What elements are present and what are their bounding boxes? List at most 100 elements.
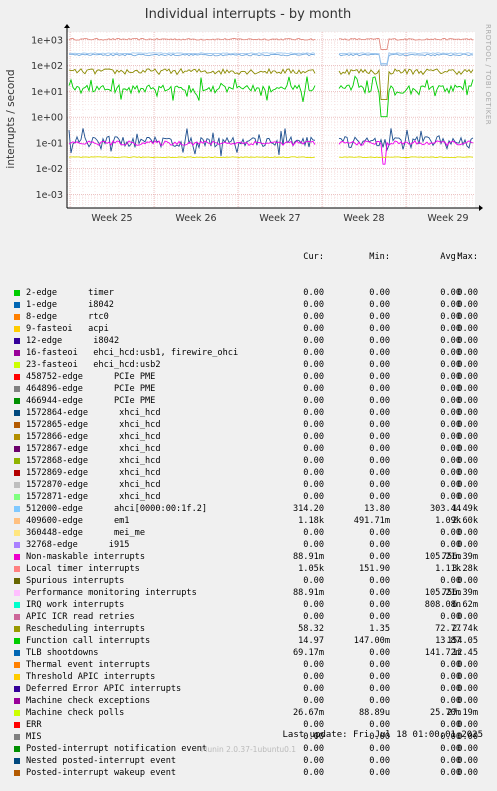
legend-max-value: 0.00 — [457, 336, 478, 346]
legend-label: Nested posted-interrupt event — [26, 756, 177, 766]
legend-row: 1572869-edge xhci_hcd 0.00 0.00 0.00 0.00 — [14, 467, 486, 479]
legend-min-value: 0.00 — [369, 396, 390, 406]
legend-label: 32768-edge i915 — [26, 540, 130, 550]
legend-min-value: 491.71m — [353, 516, 390, 526]
legend-min-value: 0.00 — [369, 492, 390, 502]
legend-max-value: 1.49k — [452, 504, 478, 514]
legend-row: 1-edge i8042 0.00 0.00 0.00 0.00 — [14, 299, 486, 311]
legend-swatch — [14, 518, 20, 524]
legend-row: 458752-edge PCIe PME 0.00 0.00 0.00 0.00 — [14, 371, 486, 383]
y-tick-label: 1e+03 — [31, 35, 63, 46]
legend-max-value: 0.00 — [457, 348, 478, 358]
legend-row: 466944-edge PCIe PME 0.00 0.00 0.00 0.00 — [14, 395, 486, 407]
legend-cur-value: 0.00 — [303, 492, 324, 502]
legend-max-value: 12.45 — [452, 648, 478, 658]
legend-cur-value: 0.00 — [303, 612, 324, 622]
legend-header: Cur: Min: Avg: Max: — [14, 251, 486, 263]
legend-min-value: 0.00 — [369, 372, 390, 382]
legend-swatch — [14, 434, 20, 440]
legend-label: Machine check exceptions — [26, 696, 151, 706]
legend-min-value: 0.00 — [369, 432, 390, 442]
legend-min-value: 0.00 — [369, 600, 390, 610]
legend-swatch — [14, 554, 20, 560]
legend-cur-value: 0.00 — [303, 432, 324, 442]
legend-cur-value: 0.00 — [303, 288, 324, 298]
legend: Cur: Min: Avg: Max: 2-edge timer 0.00 0.00… — [14, 227, 486, 791]
legend-label: MIS — [26, 732, 42, 742]
legend-max-value: 0.00 — [457, 456, 478, 466]
legend-row: 1572866-edge xhci_hcd 0.00 0.00 0.00 0.00 — [14, 431, 486, 443]
legend-cur-value: 0.00 — [303, 396, 324, 406]
legend-label: Thermal event interrupts — [26, 660, 151, 670]
legend-min-value: 0.00 — [369, 576, 390, 586]
legend-min-value: 0.00 — [369, 540, 390, 550]
legend-swatch — [14, 638, 20, 644]
legend-row: Rescheduling interrupts 58.32 1.35 72.77 2.7… — [14, 623, 486, 635]
legend-max-value: 0.00 — [457, 324, 478, 334]
legend-swatch — [14, 398, 20, 404]
y-tick-label: 1e+00 — [31, 113, 63, 124]
legend-max-value: 0.00 — [457, 540, 478, 550]
legend-label: Threshold APIC interrupts — [26, 672, 156, 682]
legend-cur-value: 0.00 — [303, 348, 324, 358]
legend-cur-value: 0.00 — [303, 540, 324, 550]
legend-min-value: 0.00 — [369, 468, 390, 478]
legend-min-value: 0.00 — [369, 768, 390, 778]
legend-label: 458752-edge PCIe PME — [26, 372, 156, 382]
y-tick-label: 1e-03 — [36, 190, 63, 201]
legend-label: 1572870-edge xhci_hcd — [26, 480, 161, 490]
legend-row: Machine check polls 26.67m 88.89u 25.70m 27.… — [14, 707, 486, 719]
legend-row: Performance monitoring interrupts 88.91m 0… — [14, 587, 486, 599]
legend-max-value: 756.39m — [441, 552, 478, 562]
legend-min-value: 0.00 — [369, 684, 390, 694]
legend-cur-value: 0.00 — [303, 444, 324, 454]
legend-swatch — [14, 722, 20, 728]
legend-cur-value: 0.00 — [303, 420, 324, 430]
legend-swatch — [14, 326, 20, 332]
last-update: Last update: Fri Jul 18 01:00:01 2025 — [282, 730, 483, 740]
legend-row: Posted-interrupt wakeup event 0.00 0.00 0.0… — [14, 767, 486, 779]
legend-max-value: 0.00 — [457, 444, 478, 454]
legend-label: Posted-interrupt wakeup event — [26, 768, 177, 778]
legend-row: Local timer interrupts 1.05k 151.90 1.11k 3.… — [14, 563, 486, 575]
legend-cur-value: 0.00 — [303, 480, 324, 490]
legend-row: 16-fasteoi ehci_hcd:usb1, firewire_ohci 0… — [14, 347, 486, 359]
legend-label: 409600-edge em1 — [26, 516, 130, 526]
legend-min-value: 0.00 — [369, 660, 390, 670]
legend-cur-value: 314.20 — [292, 504, 324, 514]
legend-swatch — [14, 446, 20, 452]
legend-max-value: 0.00 — [457, 684, 478, 694]
header-cur: Cur: — [303, 252, 324, 262]
legend-label: Spurious interrupts — [26, 576, 125, 586]
legend-label: 1572867-edge xhci_hcd — [26, 444, 161, 454]
legend-min-value: 0.00 — [369, 552, 390, 562]
legend-max-value: 0.00 — [457, 612, 478, 622]
legend-cur-value: 0.00 — [303, 468, 324, 478]
legend-row: Spurious interrupts 0.00 0.00 0.00 0.00 — [14, 575, 486, 587]
legend-row: 1572867-edge xhci_hcd 0.00 0.00 0.00 0.00 — [14, 443, 486, 455]
legend-swatch — [14, 542, 20, 548]
legend-label: 8-edge rtc0 — [26, 312, 109, 322]
legend-label: 1572868-edge xhci_hcd — [26, 456, 161, 466]
legend-min-value: 0.00 — [369, 696, 390, 706]
chart: Individual interrupts - by month RRDTOOL… — [5, 7, 492, 224]
legend-row: 2-edge timer 0.00 0.00 0.00 0.00 — [14, 287, 486, 299]
legend-label: 1572871-edge xhci_hcd — [26, 492, 161, 502]
legend-label: 9-fasteoi acpi — [26, 324, 109, 334]
legend-swatch — [14, 674, 20, 680]
legend-swatch — [14, 710, 20, 716]
legend-max-value: 0.00 — [457, 372, 478, 382]
legend-swatch — [14, 614, 20, 620]
legend-swatch — [14, 662, 20, 668]
legend-row: 1572868-edge xhci_hcd 0.00 0.00 0.00 0.00 — [14, 455, 486, 467]
legend-row: Deferred Error APIC interrupts 0.00 0.00 0.… — [14, 683, 486, 695]
legend-label: 512000-edge ahci[0000:00:1f.2] — [26, 504, 208, 514]
legend-max-value: 0.00 — [457, 300, 478, 310]
legend-swatch — [14, 470, 20, 476]
legend-swatch — [14, 602, 20, 608]
legend-min-value: 0.00 — [369, 408, 390, 418]
legend-max-value: 0.00 — [457, 468, 478, 478]
legend-max-value: 0.00 — [457, 288, 478, 298]
legend-max-value: 0.00 — [457, 396, 478, 406]
legend-cur-value: 0.00 — [303, 300, 324, 310]
